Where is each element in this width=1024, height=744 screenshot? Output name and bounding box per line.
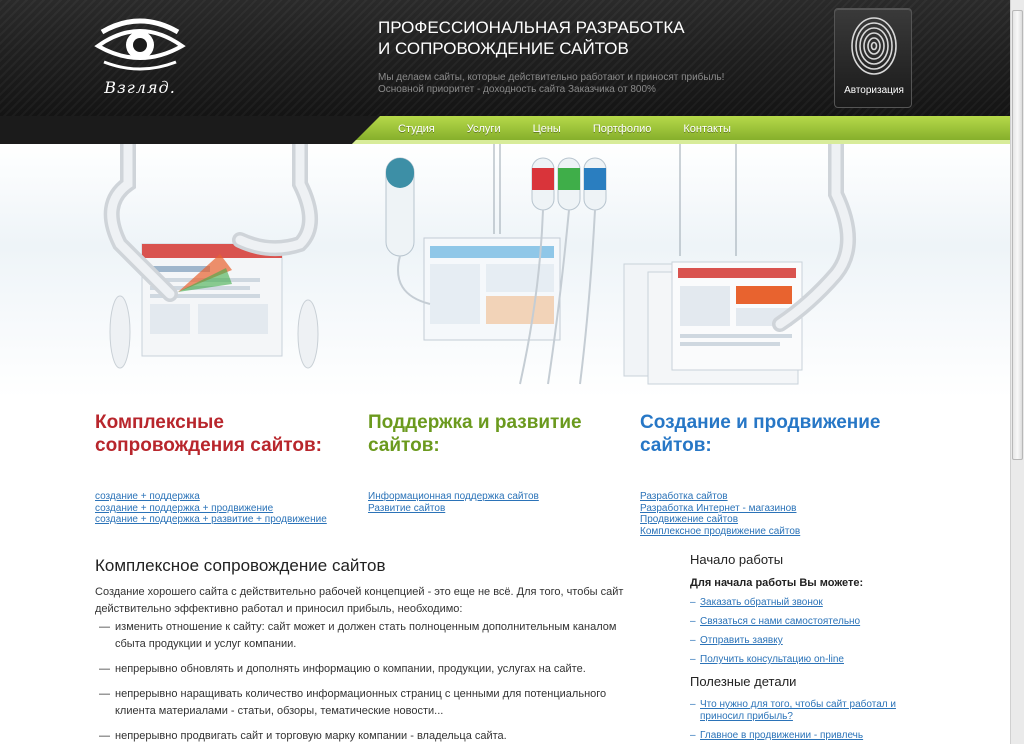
start-lead: Для начала работы Вы можете: [690,577,864,589]
main-article: Комплексное сопровождение сайтов Создани… [95,556,625,744]
list-item: Развитие сайтов [368,503,539,515]
send-request-link[interactable]: Отправить заявку [700,635,783,646]
list-item: изменить отношение к сайту: сайт может и… [95,619,625,653]
list-item: Отправить заявку [690,635,920,647]
tagline-line-1: Мы делаем сайты, которые действительно р… [378,72,725,83]
callback-link[interactable]: Заказать обратный звонок [700,597,823,608]
site-header: Взгляд. ПРОФЕССИОНАЛЬНАЯ РАЗРАБОТКА И СО… [0,0,1010,116]
page-headline: ПРОФЕССИОНАЛЬНАЯ РАЗРАБОТКА И СОПРОВОЖДЕ… [378,18,685,58]
nav-item-studio[interactable]: Студия [398,123,435,135]
details-title: Полезные детали [690,674,797,689]
service-title-support: Поддержка и развитие сайтов: [368,412,582,456]
robot-illustration [103,144,856,385]
service-title-create: Создание и продвижение сайтов: [640,412,881,456]
list-item: непрерывно наращивать количество информа… [95,686,625,720]
article-bullets: изменить отношение к сайту: сайт может и… [95,619,625,744]
tagline-line-2: Основной приоритет - доходность сайта За… [378,84,656,95]
logo[interactable]: Взгляд. [92,12,188,98]
illustration-pages-right [623,144,856,385]
scrollbar[interactable] [1010,0,1024,744]
service-column-support: Поддержка и развитие сайтов: Информацион… [368,411,628,514]
nav-item-contacts[interactable]: Контакты [683,123,731,135]
online-consult-link[interactable]: Получить консультацию on-line [700,654,844,665]
list-item: Главное в продвижении - привлечь [690,730,920,742]
main-nav: Студия Услуги Цены Портфолио Контакты [398,123,763,135]
right-sidebar: Начало работы Для начала работы Вы может… [690,552,920,744]
nav-item-portfolio[interactable]: Портфолио [593,123,652,135]
service-links-complex: создание + поддержка создание + поддержк… [95,491,327,526]
illustration-iv-bags-middle [385,144,607,385]
nav-item-prices[interactable]: Цены [533,123,561,135]
list-item: Комплексное продвижение сайтов [640,526,800,538]
list-item: Продвижение сайтов [640,514,800,526]
service-link[interactable]: создание + поддержка + продвижение [95,503,273,514]
service-links-support: Информационная поддержка сайтов Развитие… [368,491,539,514]
contact-link[interactable]: Связаться с нами самостоятельно [700,616,860,627]
service-link[interactable]: Разработка Интернет - магазинов [640,503,796,514]
article-title: Комплексное сопровождение сайтов [95,556,386,575]
list-item: Что нужно для того, чтобы сайт работал и… [690,699,920,723]
list-item: создание + поддержка [95,491,327,503]
illustration-robot-arms-left [103,144,319,369]
details-links: Что нужно для того, чтобы сайт работал и… [690,699,920,742]
service-link[interactable]: Продвижение сайтов [640,514,738,525]
list-item: непрерывно продвигать сайт и торговую ма… [95,728,625,744]
list-item: Информационная поддержка сайтов [368,491,539,503]
tagline: Мы делаем сайты, которые действительно р… [378,72,738,96]
list-item: создание + поддержка + развитие + продви… [95,514,327,526]
nav-item-services[interactable]: Услуги [467,123,501,135]
service-link[interactable]: Разработка сайтов [640,491,728,502]
fingerprint-icon [851,17,897,75]
list-item: Заказать обратный звонок [690,597,920,609]
service-column-complex: Комплексные сопровождения сайтов: создан… [95,411,355,525]
service-title-complex: Комплексные сопровождения сайтов: [95,412,322,456]
list-item: Разработка сайтов [640,491,800,503]
list-item: создание + поддержка + продвижение [95,503,327,515]
service-link[interactable]: Комплексное продвижение сайтов [640,526,800,537]
service-link[interactable]: создание + поддержка + развитие + продви… [95,514,327,525]
scrollbar-thumb[interactable] [1012,10,1023,460]
article-intro: Создание хорошего сайта с действительно … [95,586,624,615]
details-link[interactable]: Что нужно для того, чтобы сайт работал и… [700,699,896,722]
details-link[interactable]: Главное в продвижении - привлечь [700,730,863,741]
service-links-create: Разработка сайтов Разработка Интернет - … [640,491,800,537]
hero-illustrations [0,144,1010,398]
start-links: Заказать обратный звонок Связаться с нам… [690,597,920,666]
logo-text: Взгляд. [104,78,176,97]
service-link[interactable]: Развитие сайтов [368,503,445,514]
list-item: Получить консультацию on-line [690,654,920,666]
service-column-create: Создание и продвижение сайтов: Разработк… [640,411,900,537]
list-item: Разработка Интернет - магазинов [640,503,800,515]
service-link[interactable]: Информационная поддержка сайтов [368,491,539,502]
start-title: Начало работы [690,552,784,567]
eye-icon [94,18,186,71]
service-link[interactable]: создание + поддержка [95,491,200,502]
login-button[interactable]: Авторизация [834,8,912,108]
list-item: Связаться с нами самостоятельно [690,616,920,628]
login-button-label: Авторизация [844,85,904,96]
list-item: непрерывно обновлять и дополнять информа… [95,661,625,678]
